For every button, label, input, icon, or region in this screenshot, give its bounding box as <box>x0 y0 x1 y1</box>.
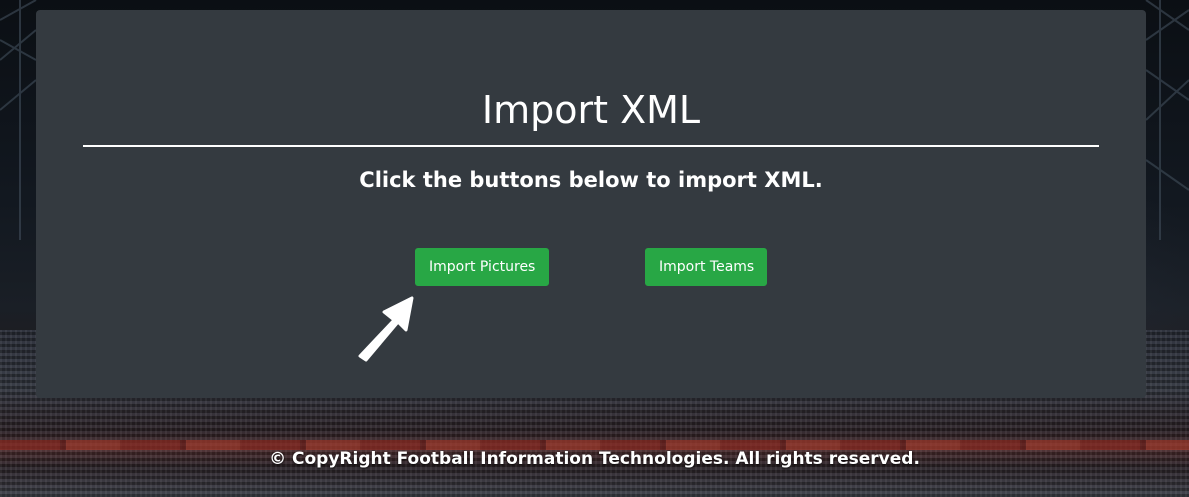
title-divider <box>83 145 1099 147</box>
import-pictures-button[interactable]: Import Pictures <box>415 248 549 286</box>
import-teams-button[interactable]: Import Teams <box>645 248 767 286</box>
instructions-text: Click the buttons below to import XML. <box>359 168 823 192</box>
page-title: Import XML <box>481 88 701 132</box>
footer-copyright: © CopyRight Football Information Technol… <box>269 449 920 469</box>
page: Import XML Click the buttons below to im… <box>0 0 1189 497</box>
arrow-pointer-icon <box>358 296 414 362</box>
import-panel: Import XML Click the buttons below to im… <box>36 10 1146 398</box>
